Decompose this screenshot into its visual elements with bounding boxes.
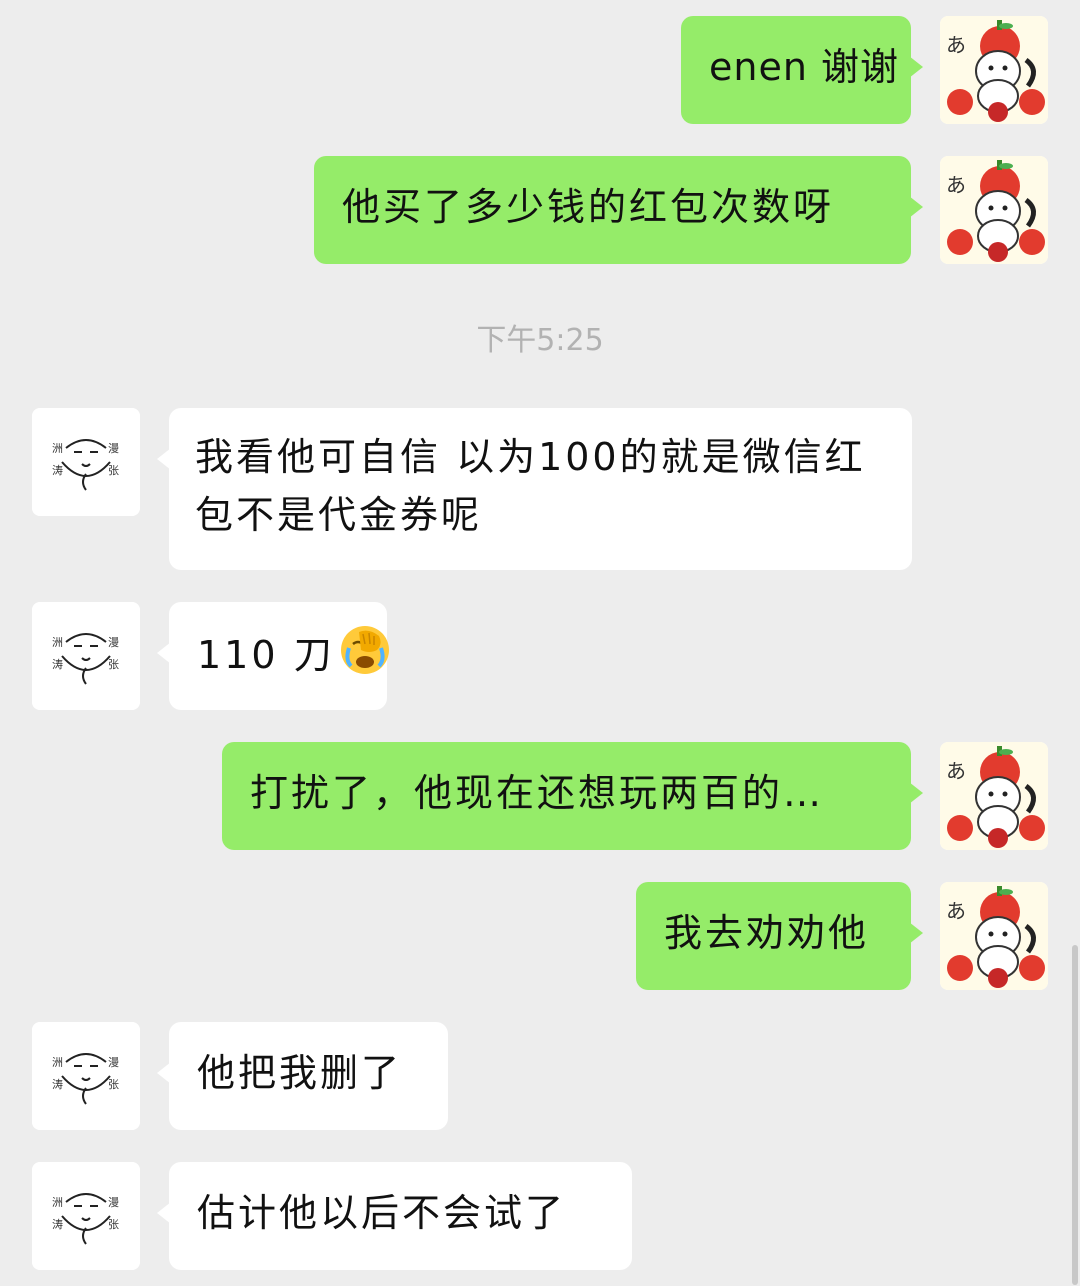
svg-text:あ: あ — [946, 759, 966, 783]
svg-text:漫: 漫 — [108, 635, 119, 649]
message-bubble-incoming[interactable]: 估计他以后不会试了 — [157, 1162, 632, 1270]
apple-hat-cat-icon: あ — [940, 156, 1048, 264]
apple-hat-cat-icon: あ — [940, 16, 1048, 124]
svg-text:张: 张 — [108, 658, 119, 671]
message-bubble-outgoing[interactable]: 他买了多少钱的红包次数呀 — [314, 156, 923, 264]
doodle-face-icon: 洲 涛 漫 张 — [32, 602, 140, 710]
message-text: 打扰了，他现在还想玩两百的… — [250, 771, 825, 815]
self-avatar[interactable]: あ — [940, 742, 1048, 850]
message-bubble-incoming[interactable]: 我看他可自信 以为100的就是微信红包不是代金券呢 — [157, 408, 912, 570]
svg-text:涛: 涛 — [52, 1217, 63, 1231]
contact-avatar[interactable]: 洲 涛 漫 张 — [32, 408, 140, 516]
face-palm-crying-emoji-icon — [340, 626, 389, 674]
message-bubble-outgoing[interactable]: 打扰了，他现在还想玩两百的… — [222, 742, 923, 850]
svg-text:洲: 洲 — [52, 442, 63, 455]
self-avatar[interactable]: あ — [940, 156, 1048, 264]
message-text: 我去劝劝他 — [664, 911, 870, 955]
doodle-face-icon: 洲 涛 漫 张 — [32, 1022, 140, 1130]
message-bubble-incoming[interactable]: 110 刀 — [157, 602, 389, 710]
message-text: 110 刀 — [197, 633, 335, 677]
svg-text:漫: 漫 — [108, 1055, 119, 1069]
message-timestamp: 下午5:25 — [476, 323, 604, 358]
svg-text:洲: 洲 — [52, 1196, 63, 1209]
svg-text:张: 张 — [108, 1078, 119, 1091]
contact-avatar[interactable]: 洲 涛 漫 张 — [32, 1022, 140, 1130]
svg-text:张: 张 — [108, 464, 119, 477]
svg-text:漫: 漫 — [108, 1195, 119, 1209]
contact-avatar[interactable]: 洲 涛 漫 张 — [32, 602, 140, 710]
svg-text:洲: 洲 — [52, 636, 63, 649]
message-text: 他把我删了 — [197, 1051, 403, 1095]
apple-hat-cat-icon: あ — [940, 742, 1048, 850]
svg-text:あ: あ — [946, 899, 966, 923]
svg-text:あ: あ — [946, 173, 966, 197]
message-text: 估计他以后不会试了 — [197, 1191, 567, 1235]
svg-text:涛: 涛 — [52, 1077, 63, 1091]
self-avatar[interactable]: あ — [940, 882, 1048, 990]
message-text: 我看他可自信 以为100的就是微信红包不是代金券呢 — [195, 435, 866, 537]
svg-text:涛: 涛 — [52, 463, 63, 477]
message-text: 他买了多少钱的红包次数呀 — [342, 185, 835, 229]
message-bubble-outgoing[interactable]: 我去劝劝他 — [636, 882, 923, 990]
doodle-face-icon: 洲 涛 漫 张 — [32, 408, 140, 516]
message-bubble-outgoing[interactable]: enen 谢谢 — [681, 16, 923, 124]
self-avatar[interactable]: あ — [940, 16, 1048, 124]
message-bubble-incoming[interactable]: 他把我删了 — [157, 1022, 448, 1130]
svg-text:あ: あ — [946, 33, 966, 57]
apple-hat-cat-icon: あ — [940, 882, 1048, 990]
message-text: enen 谢谢 — [709, 45, 900, 89]
doodle-face-icon: 洲 涛 漫 张 — [32, 1162, 140, 1270]
svg-text:洲: 洲 — [52, 1056, 63, 1069]
scrollbar[interactable] — [1072, 945, 1078, 1285]
svg-text:涛: 涛 — [52, 657, 63, 671]
contact-avatar[interactable]: 洲 涛 漫 张 — [32, 1162, 140, 1270]
svg-text:漫: 漫 — [108, 441, 119, 455]
svg-text:张: 张 — [108, 1218, 119, 1231]
